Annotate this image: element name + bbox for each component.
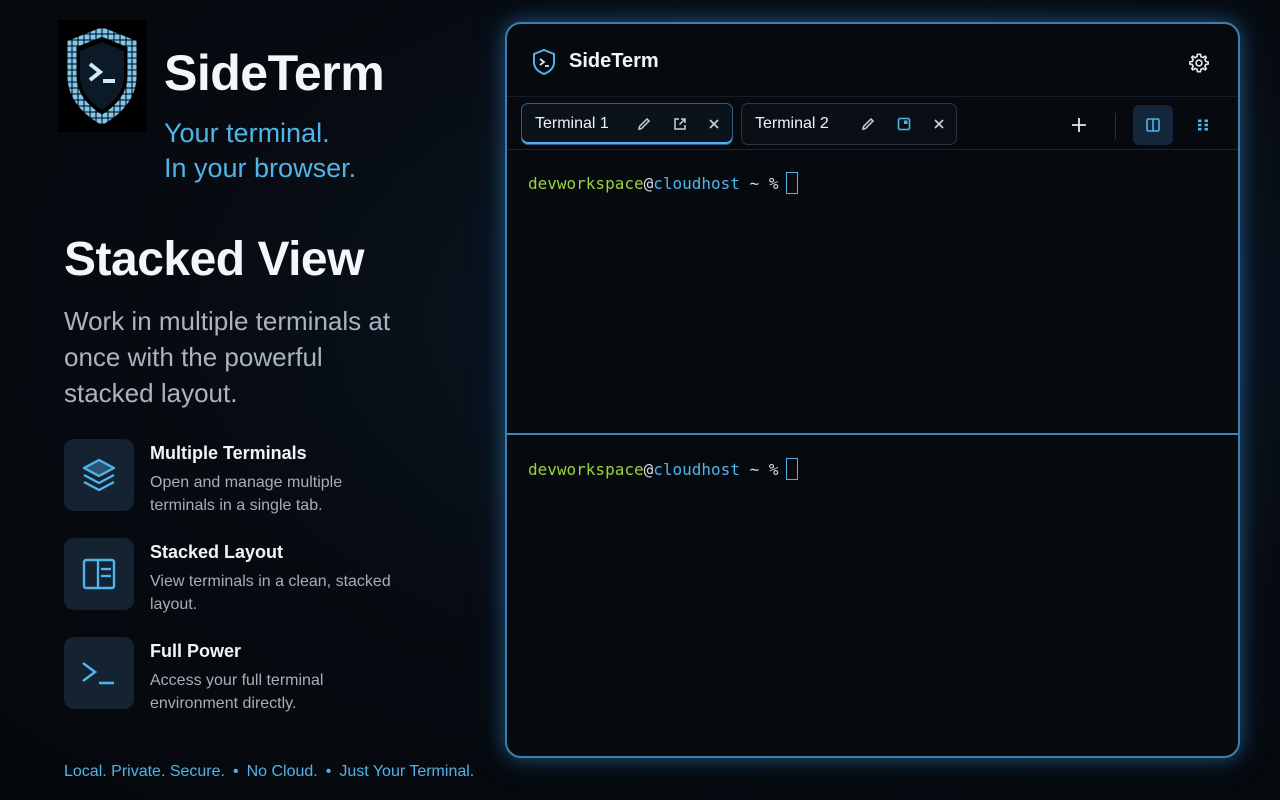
hero-description: Work in multiple terminals at once with …: [64, 306, 391, 408]
shell-prompt: devworkspace@cloudhost ~ %: [528, 458, 799, 480]
feature-multiple-terminals: Multiple Terminals Open and manage multi…: [64, 439, 444, 514]
feature-stacked-layout: Stacked Layout View terminals in a clean…: [64, 538, 444, 613]
toolbar-divider: [1115, 113, 1116, 139]
rename-tab-button[interactable]: [634, 114, 654, 134]
plus-icon: [1072, 118, 1086, 132]
prompt-host: cloudhost: [653, 460, 740, 479]
shield-terminal-icon: [533, 48, 555, 76]
shield-terminal-icon: [67, 28, 137, 124]
prompt-user: devworkspace: [528, 174, 644, 193]
terminal-pane-2[interactable]: devworkspace@cloudhost ~ %: [507, 437, 1238, 756]
brand-tagline: Your terminal. In your browser.: [164, 116, 356, 186]
gear-icon[interactable]: [1188, 52, 1210, 74]
layout-panels-icon: [82, 558, 116, 590]
grid-view-button[interactable]: [1183, 110, 1223, 140]
prompt-at: @: [643, 460, 654, 479]
footer-separator: •: [325, 763, 332, 780]
pencil-icon: [638, 117, 651, 130]
grid-icon: [1198, 119, 1208, 131]
pencil-icon: [862, 117, 875, 130]
hero-title: Stacked View: [64, 233, 364, 286]
feature-icon-box: [64, 637, 134, 709]
terminal-pane-1[interactable]: devworkspace@cloudhost ~ %: [507, 151, 1238, 435]
tab-label: Terminal 1: [535, 115, 609, 132]
tab-terminal-1[interactable]: Terminal 1: [521, 103, 733, 145]
close-tab-button[interactable]: [929, 114, 949, 134]
feature-description: View terminals in a clean, stacked layou…: [150, 573, 391, 613]
tab-label: Terminal 2: [755, 115, 829, 132]
close-tab-button[interactable]: [704, 114, 724, 134]
footer-item: Local. Private. Secure.: [64, 763, 225, 780]
feature-icon-box: [64, 538, 134, 610]
stacked-view-button[interactable]: [1133, 105, 1173, 145]
footer-item: No Cloud.: [246, 763, 318, 780]
external-link-icon: [674, 118, 686, 130]
feature-title: Full Power: [150, 641, 242, 661]
tagline-line-1: Your terminal.: [164, 118, 330, 148]
tagline-line-2: In your browser.: [164, 153, 357, 183]
add-terminal-button[interactable]: [1059, 110, 1099, 140]
brand-logo: [58, 20, 146, 132]
close-icon: [934, 119, 944, 129]
prompt-at: @: [643, 174, 654, 193]
feature-icon-box: [64, 439, 134, 511]
dock-tab-button[interactable]: [894, 114, 914, 134]
prompt-path: ~ %: [739, 460, 779, 479]
layers-icon: [82, 458, 116, 492]
footer-separator: •: [232, 763, 239, 780]
text-cursor: [786, 172, 799, 194]
prompt-path: ~ %: [739, 174, 779, 193]
brand-name: SideTerm: [164, 45, 385, 101]
feature-description: Open and manage multiple terminals in a …: [150, 474, 343, 514]
prompt-host: cloudhost: [653, 174, 740, 193]
footer-item: Just Your Terminal.: [339, 763, 475, 780]
terminal-prompt-icon: [82, 661, 114, 685]
shell-prompt: devworkspace@cloudhost ~ %: [528, 172, 799, 194]
split-columns-icon: [1146, 118, 1160, 132]
dock-window-icon: [897, 117, 911, 131]
feature-title: Stacked Layout: [150, 542, 284, 562]
close-icon: [709, 119, 719, 129]
footer-tagline: Local. Private. Secure. • No Cloud. • Just Y…: [64, 763, 474, 781]
pop-out-tab-button[interactable]: [670, 114, 690, 134]
terminal-window: SideTerm Terminal 1 Terminal 2 devworksp…: [505, 22, 1240, 758]
window-header: SideTerm: [507, 24, 1238, 96]
tab-bar: Terminal 1 Terminal 2: [507, 96, 1238, 150]
feature-description: Access your full terminal environment di…: [150, 672, 324, 712]
window-title: SideTerm: [569, 50, 659, 72]
prompt-user: devworkspace: [528, 460, 644, 479]
feature-full-power: Full Power Access your full terminal env…: [64, 637, 444, 712]
feature-title: Multiple Terminals: [150, 443, 307, 463]
text-cursor: [786, 458, 799, 480]
tab-terminal-2[interactable]: Terminal 2: [741, 103, 957, 145]
rename-tab-button[interactable]: [858, 114, 878, 134]
